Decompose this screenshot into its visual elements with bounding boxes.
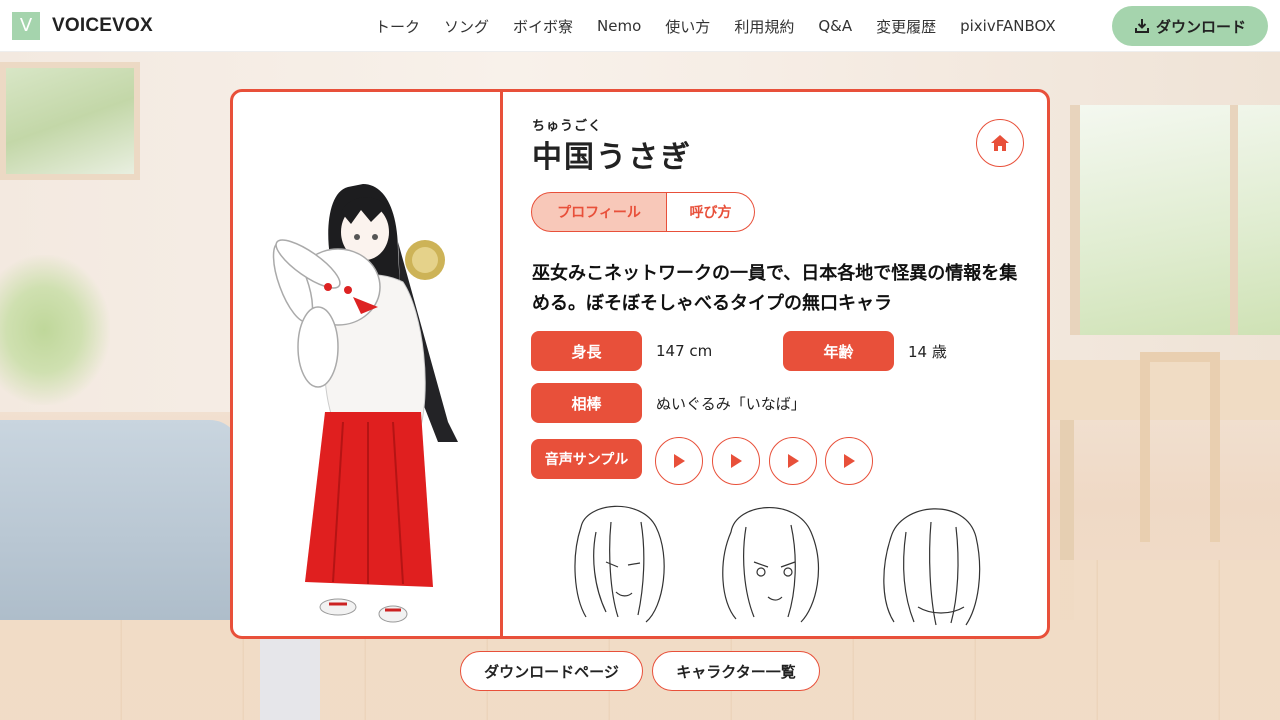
character-description: 巫女みこネットワークの一員で、日本各地で怪異の情報を集める。ぼそぼそしゃべるタイ… <box>532 263 1018 314</box>
profile-tabs: プロフィール 呼び方 <box>531 192 755 232</box>
play-icon <box>674 454 685 468</box>
nav-qa[interactable]: Q&A <box>818 17 852 35</box>
sketch-face-front <box>722 507 820 623</box>
sketch-face-side <box>574 505 665 623</box>
age-value: 14 歳 <box>908 342 947 361</box>
character-portrait <box>233 92 503 636</box>
voice-sample-play-3[interactable] <box>769 437 817 485</box>
home-icon <box>991 135 1009 151</box>
nav-fanbox[interactable]: pixivFANBOX <box>960 17 1056 35</box>
download-page-button[interactable]: ダウンロードページ <box>460 651 643 691</box>
height-label: 身長 <box>531 331 642 371</box>
play-icon <box>844 454 855 468</box>
logo-text: VOICEVOX <box>52 14 153 36</box>
voice-sample-play-1[interactable] <box>655 437 703 485</box>
character-card: ちゅうごく 中国うさぎ プロフィール 呼び方 巫女みこネットワークの一員で、日本… <box>230 89 1050 639</box>
partner-value: ぬいぐるみ「いなば」 <box>656 394 806 413</box>
home-button[interactable] <box>976 119 1024 167</box>
nav-terms[interactable]: 利用規約 <box>734 16 794 37</box>
main-nav: トーク ソング ボイボ寮 Nemo 使い方 利用規約 Q&A 変更履歴 pixi… <box>375 0 1080 52</box>
site-header: V VOICEVOX トーク ソング ボイボ寮 Nemo 使い方 利用規約 Q&… <box>0 0 1280 52</box>
play-icon <box>788 454 799 468</box>
site-logo[interactable]: V VOICEVOX <box>12 11 153 40</box>
expression-sketches <box>546 497 1016 627</box>
character-name: 中国うさぎ <box>532 140 692 175</box>
partner-label: 相棒 <box>531 383 642 423</box>
voice-sample-label: 音声サンプル <box>531 439 642 479</box>
logo-icon: V <box>12 11 40 40</box>
age-label: 年齢 <box>783 331 894 371</box>
nav-changelog[interactable]: 変更履歴 <box>876 16 936 37</box>
tab-profile[interactable]: プロフィール <box>531 192 667 232</box>
download-button[interactable]: ダウンロード <box>1112 6 1268 46</box>
voice-sample-play-2[interactable] <box>712 437 760 485</box>
height-value: 147 cm <box>656 342 713 360</box>
nav-nemo[interactable]: Nemo <box>597 17 641 35</box>
voice-sample-play-4[interactable] <box>825 437 873 485</box>
character-info: ちゅうごく 中国うさぎ プロフィール 呼び方 巫女みこネットワークの一員で、日本… <box>506 92 1047 636</box>
nav-song[interactable]: ソング <box>444 16 489 37</box>
nav-talk[interactable]: トーク <box>375 16 420 37</box>
character-list-button[interactable]: キャラクター一覧 <box>652 651 820 691</box>
download-button-label: ダウンロード <box>1155 17 1246 36</box>
nav-how-to-use[interactable]: 使い方 <box>665 16 710 37</box>
tab-call-names[interactable]: 呼び方 <box>667 192 755 232</box>
nav-dormitory[interactable]: ボイボ寮 <box>513 16 573 37</box>
sketch-hair-back <box>883 508 981 626</box>
download-icon <box>1134 19 1149 33</box>
play-icon <box>731 454 742 468</box>
